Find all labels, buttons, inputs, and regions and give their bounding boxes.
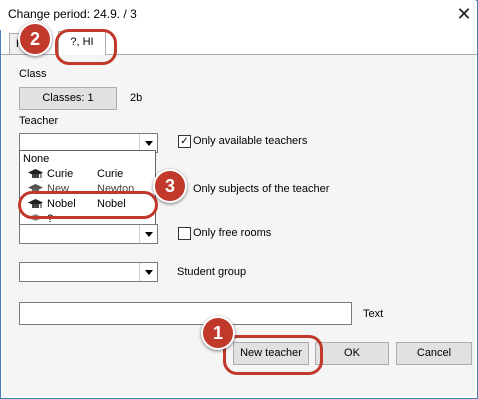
option-short: Curie [47, 168, 74, 180]
list-item[interactable]: Curie Curie [20, 167, 155, 182]
chevron-down-icon[interactable] [139, 225, 157, 243]
only-subjects-label: Only subjects of the teacher [193, 183, 330, 195]
mortarboard-icon [28, 169, 43, 178]
step-badge-1: 1 [201, 316, 235, 350]
text-field[interactable] [19, 302, 352, 325]
only-available-teachers-checkbox[interactable]: ✓ [178, 135, 191, 148]
tab-highlight [55, 29, 117, 65]
chevron-down-icon[interactable] [139, 263, 157, 281]
dialog-title: Change period: 24.9. / 3 [8, 7, 137, 21]
only-free-rooms-label: Only free rooms [193, 227, 272, 239]
room-combo[interactable] [19, 224, 158, 244]
new-teacher-highlight [223, 335, 323, 375]
text-field-label: Text [363, 308, 384, 320]
close-icon[interactable]: ✕ [450, 2, 478, 28]
student-group-combo[interactable] [19, 262, 158, 282]
classes-button[interactable]: Classes: 1 [19, 87, 117, 110]
option-name: Curie [97, 168, 124, 180]
class-value: 2b [130, 92, 143, 104]
teacher-label: Teacher [19, 115, 59, 127]
class-label: Class [19, 68, 47, 80]
ok-button[interactable]: OK [315, 342, 389, 365]
option-highlight [18, 191, 158, 219]
step-badge-3: 3 [153, 169, 187, 203]
cancel-button[interactable]: Cancel [396, 342, 472, 365]
student-group-label: Student group [177, 266, 247, 278]
title-bar: Change period: 24.9. / 3 ✕ [0, 0, 476, 30]
list-item[interactable]: None [20, 152, 155, 167]
only-free-rooms-checkbox[interactable] [178, 227, 191, 240]
option-short: None [23, 153, 50, 165]
only-available-teachers-label: Only available teachers [193, 135, 308, 147]
step-badge-2: 2 [18, 22, 52, 56]
